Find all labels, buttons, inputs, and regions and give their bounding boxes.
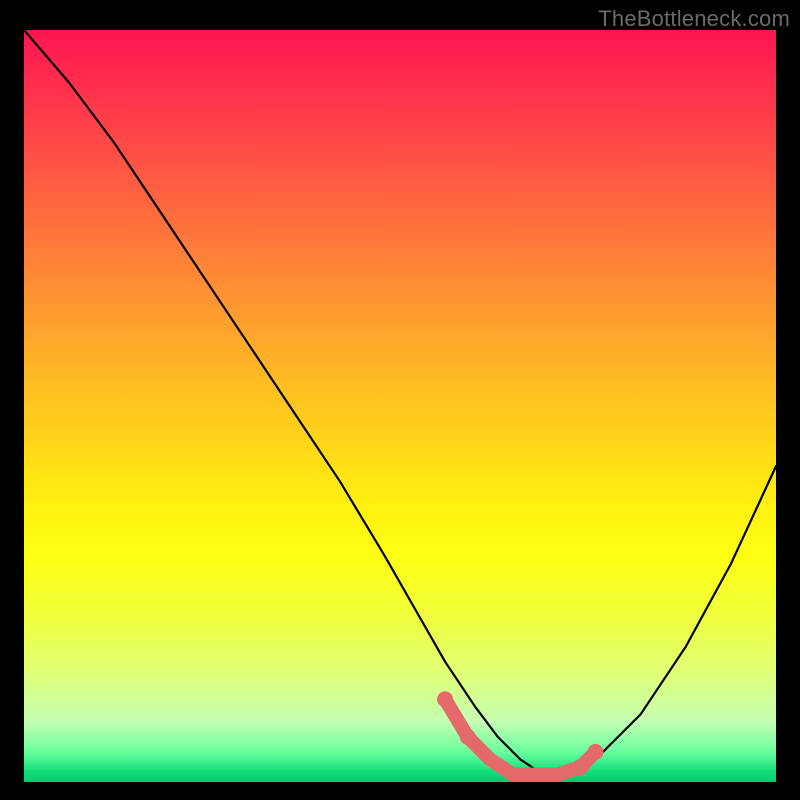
highlight-dot [460, 729, 476, 745]
optimal-zone-dots [437, 691, 603, 775]
watermark-text: TheBottleneck.com [598, 6, 790, 32]
chart-frame: TheBottleneck.com [0, 0, 800, 800]
bottleneck-curve [24, 30, 776, 775]
curve-layer [24, 30, 776, 782]
highlight-dot [588, 744, 604, 760]
highlight-dot [573, 759, 589, 775]
plot-area [24, 30, 776, 782]
highlight-dot [437, 691, 453, 707]
